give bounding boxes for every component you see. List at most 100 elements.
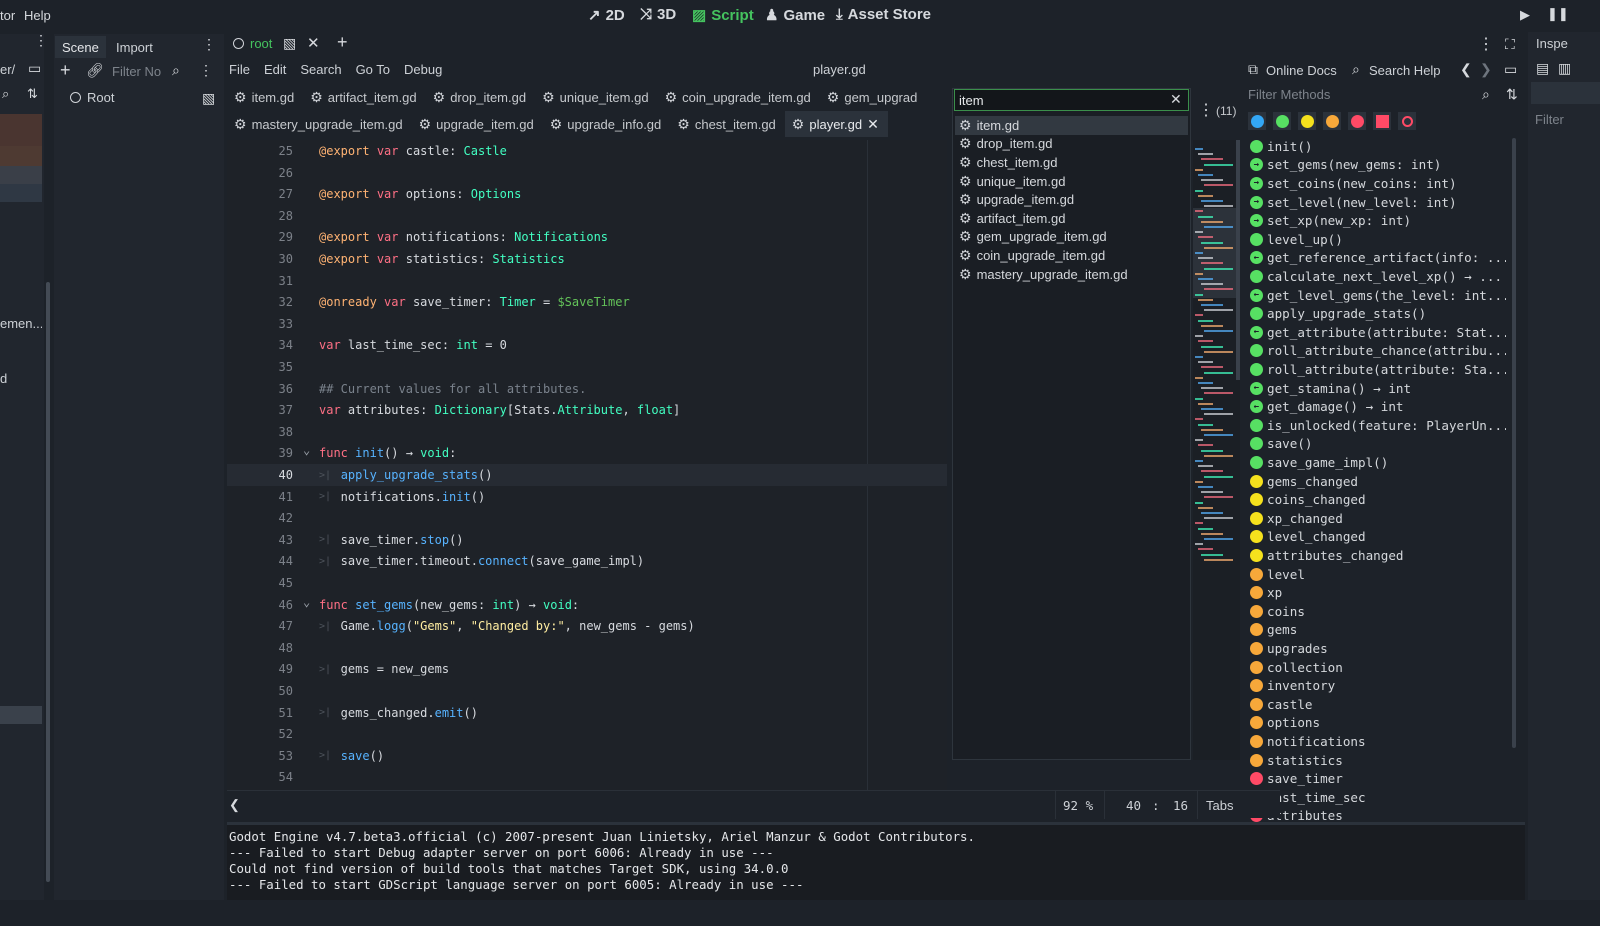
method-item[interactable]: init() xyxy=(1250,137,1506,156)
quick-open-item[interactable]: ⚙ artifact_item.gd xyxy=(955,209,1188,228)
code-line[interactable]: 40 >| apply_upgrade_stats() xyxy=(227,464,947,486)
method-item[interactable]: inventory xyxy=(1250,676,1506,695)
code-line[interactable]: 38 xyxy=(227,421,947,443)
quick-open-item[interactable]: ⚙ unique_item.gd xyxy=(955,172,1188,191)
tab-inspector[interactable]: Inspe xyxy=(1536,36,1568,51)
method-item[interactable]: ← get_attribute(attribute: Stat... xyxy=(1250,323,1506,342)
quick-open-item[interactable]: ⚙ item.gd xyxy=(955,116,1188,135)
code-line[interactable]: 46 ⌄ func set_gems(new_gems: int) → void: xyxy=(227,594,947,616)
filter-ondready-toggle[interactable] xyxy=(1398,112,1416,130)
file-label[interactable]: d xyxy=(0,371,7,386)
quick-open-item[interactable]: ⚙ gem_upgrade_item.gd xyxy=(955,228,1188,247)
chevron-left-icon[interactable]: ❮ xyxy=(1460,61,1472,78)
code-line[interactable]: 42 xyxy=(227,507,947,529)
new-resource-icon[interactable]: ▤ xyxy=(1536,60,1549,77)
method-item[interactable]: coins xyxy=(1250,602,1506,621)
clear-search-icon[interactable]: ✕ xyxy=(1170,91,1182,108)
method-item[interactable]: xp_changed xyxy=(1250,509,1506,528)
play-icon[interactable]: ▶ xyxy=(1520,7,1530,23)
workspace-game[interactable]: ♟ Game xyxy=(765,6,825,25)
sort-icon[interactable]: ⇅ xyxy=(27,86,38,102)
file-tab[interactable]: ⚙ unique_item.gd xyxy=(535,84,657,110)
method-item[interactable]: ← get_reference_artifact(info: ... xyxy=(1250,249,1506,268)
search-icon[interactable]: ⌕ xyxy=(2,86,9,102)
method-item[interactable]: apply_upgrade_stats() xyxy=(1250,304,1506,323)
code-line[interactable]: 41 >| notifications.init() xyxy=(227,486,947,508)
code-line[interactable]: 31 xyxy=(227,270,947,292)
workspace-2d[interactable]: ↗ 2D xyxy=(588,6,625,25)
method-item[interactable]: gems_changed xyxy=(1250,472,1506,491)
filter-methods-toggle[interactable] xyxy=(1273,112,1291,130)
method-item[interactable]: last_time_sec xyxy=(1250,788,1506,807)
quick-open-item[interactable]: ⚙ chest_item.gd xyxy=(955,153,1188,172)
history-bar[interactable] xyxy=(1531,82,1600,104)
filter-constants-toggle[interactable] xyxy=(1298,112,1316,130)
file-tab[interactable]: ⚙ player.gd ✕ xyxy=(784,111,888,137)
code-line[interactable]: 36 ## Current values for all attributes. xyxy=(227,378,947,400)
method-item[interactable]: ← get_damage() → int xyxy=(1250,397,1506,416)
method-item[interactable]: save() xyxy=(1250,435,1506,454)
code-line[interactable]: 37 var attributes: Dictionary[Stats.Attri… xyxy=(227,399,947,421)
search-help-link[interactable]: Search Help xyxy=(1369,63,1441,78)
code-line[interactable]: 32 @onready var save_timer: Timer = $Save… xyxy=(227,291,947,313)
close-tab-icon[interactable]: ✕ xyxy=(307,34,320,52)
code-line[interactable]: 28 xyxy=(227,205,947,227)
quick-open-item[interactable]: ⚙ coin_upgrade_item.gd xyxy=(955,246,1188,265)
method-item[interactable]: statistics xyxy=(1250,751,1506,770)
code-line[interactable]: 47 >| Game.logg("Gems", "Changed by:", ne… xyxy=(227,615,947,637)
method-item[interactable]: options xyxy=(1250,714,1506,733)
code-line[interactable]: 43 >| save_timer.stop() xyxy=(227,529,947,551)
method-item[interactable]: save_timer xyxy=(1250,769,1506,788)
code-line[interactable]: 35 xyxy=(227,356,947,378)
code-line[interactable]: 53 >| save() xyxy=(227,745,947,767)
chevron-left-icon[interactable]: ❮ xyxy=(229,797,240,813)
add-scene-tab-icon[interactable]: + xyxy=(337,32,348,53)
tab-import[interactable]: Import xyxy=(109,36,160,58)
workspace-asset-store[interactable]: ⤓ Asset Store xyxy=(836,6,931,23)
method-item[interactable]: xp xyxy=(1250,583,1506,602)
more-icon[interactable]: ⋮ xyxy=(1478,34,1494,54)
code-line[interactable]: 52 xyxy=(227,723,947,745)
code-line[interactable]: 48 xyxy=(227,637,947,659)
method-item[interactable]: castle xyxy=(1250,695,1506,714)
menu-debug[interactable]: Debug xyxy=(404,62,442,77)
code-line[interactable]: 25 @export var castle: Castle xyxy=(227,140,947,162)
file-thumb[interactable] xyxy=(0,146,42,166)
method-item[interactable]: is_unlocked(feature: PlayerUn... xyxy=(1250,416,1506,435)
filter-private-toggle[interactable] xyxy=(1348,112,1366,130)
tab-scene[interactable]: Scene xyxy=(55,36,106,58)
link-icon[interactable]: 🔗︎ xyxy=(86,62,104,79)
add-node-icon[interactable]: + xyxy=(60,60,71,81)
menu-go-to[interactable]: Go To xyxy=(356,62,390,77)
minimap[interactable] xyxy=(1193,140,1240,760)
script-icon[interactable]: ▧ xyxy=(202,90,215,107)
workspace-3d[interactable]: ⤨ 3D xyxy=(640,6,676,23)
file-tab[interactable]: ⚙ artifact_item.gd xyxy=(303,84,425,110)
file-tab[interactable]: ⚙ upgrade_item.gd xyxy=(412,111,543,137)
scrollbar[interactable] xyxy=(1512,138,1516,748)
more-icon[interactable]: ⋮ xyxy=(199,62,213,79)
menu-search[interactable]: Search xyxy=(300,62,341,77)
menu-file[interactable]: File xyxy=(229,62,250,77)
code-line[interactable]: 44 >| save_timer.timeout.connect(save_gam… xyxy=(227,550,947,572)
code-line[interactable]: 30 @export var statistics: Statistics xyxy=(227,248,947,270)
method-item[interactable]: level_changed xyxy=(1250,528,1506,547)
file-tab[interactable]: ⚙ item.gd xyxy=(227,84,303,110)
menu-help[interactable]: Help xyxy=(24,8,51,23)
code-line[interactable]: 54 xyxy=(227,766,947,788)
file-selected-row[interactable] xyxy=(0,706,42,724)
quick-open-item[interactable]: ⚙ drop_item.gd xyxy=(955,135,1188,154)
method-item[interactable]: → set_level(new_level: int) xyxy=(1250,193,1506,212)
code-line[interactable]: 51 >| gems_changed.emit() xyxy=(227,702,947,724)
filter-methods-input[interactable]: Filter Methods xyxy=(1248,87,1330,102)
scrollbar[interactable] xyxy=(46,282,50,882)
method-item[interactable]: upgrades xyxy=(1250,639,1506,658)
more-icon[interactable]: ⋮ xyxy=(202,36,216,53)
scrollbar[interactable] xyxy=(1236,140,1240,380)
search-icon[interactable]: ⌕ xyxy=(172,62,180,79)
code-line[interactable]: 45 xyxy=(227,572,947,594)
method-item[interactable]: coins_changed xyxy=(1250,490,1506,509)
code-line[interactable]: 27 @export var options: Options xyxy=(227,183,947,205)
fold-arrow-icon[interactable]: ⌄ xyxy=(303,595,310,609)
file-tab[interactable]: ⚙ mastery_upgrade_item.gd xyxy=(227,111,412,137)
